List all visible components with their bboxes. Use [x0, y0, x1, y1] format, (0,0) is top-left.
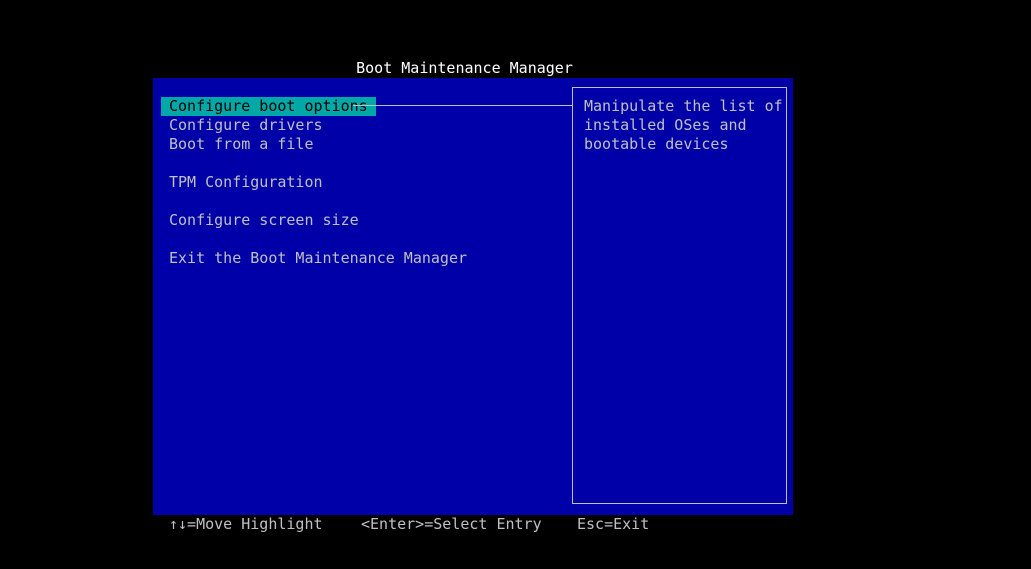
menu-item-configure-boot-options[interactable]: Configure boot options	[161, 97, 376, 116]
main-panel: Configure boot options Configure drivers…	[153, 78, 793, 515]
help-text-line: installed OSes and	[584, 116, 747, 134]
menu-item-exit[interactable]: Exit the Boot Maintenance Manager	[161, 249, 475, 268]
menu-item-configure-drivers[interactable]: Configure drivers	[161, 116, 331, 135]
footer-select-hint: <Enter>=Select Entry	[361, 515, 542, 533]
menu-item-boot-from-file[interactable]: Boot from a file	[161, 135, 322, 154]
page-title: Boot Maintenance Manager	[356, 59, 573, 77]
footer-exit-hint: Esc=Exit	[577, 515, 650, 533]
help-box: Manipulate the list of installed OSes an…	[572, 87, 787, 504]
help-text-line: Manipulate the list of	[584, 97, 783, 115]
help-text-line: bootable devices	[584, 135, 729, 153]
menu-item-configure-screen-size[interactable]: Configure screen size	[161, 211, 367, 230]
footer-move-hint: ↑↓=Move Highlight	[169, 515, 323, 533]
menu-item-tpm-configuration[interactable]: TPM Configuration	[161, 173, 331, 192]
highlight-connector-line	[353, 105, 572, 106]
